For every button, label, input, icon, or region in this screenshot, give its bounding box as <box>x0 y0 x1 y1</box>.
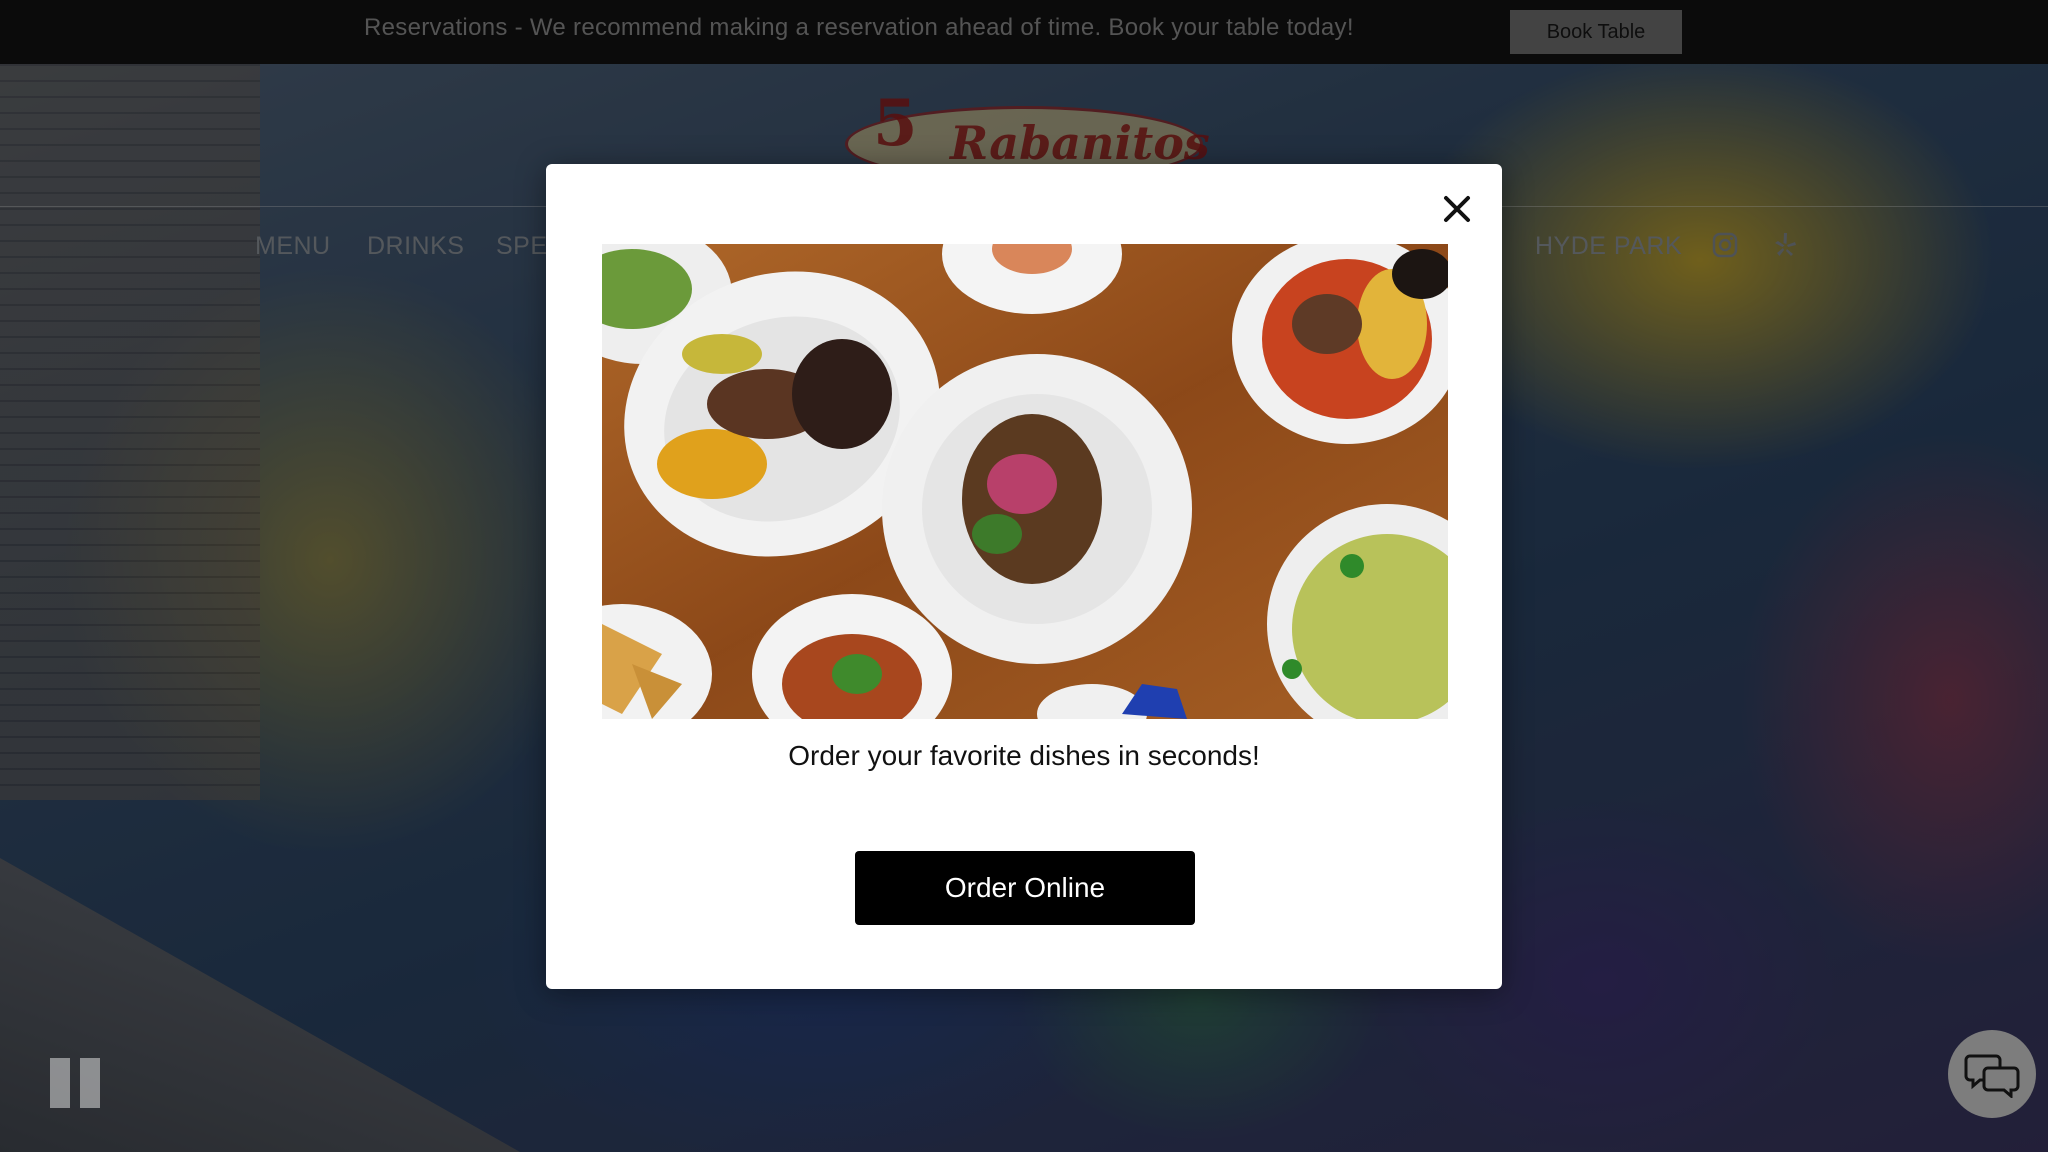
food-photo <box>602 244 1448 719</box>
chat-icon[interactable] <box>1948 1030 2036 1118</box>
modal-caption: Order your favorite dishes in seconds! <box>788 740 1260 771</box>
pause-icon[interactable] <box>50 1058 102 1108</box>
chat-bubbles-icon <box>1964 1054 2020 1098</box>
close-icon[interactable] <box>1440 192 1474 226</box>
order-online-button[interactable]: Order Online <box>855 851 1195 925</box>
order-online-modal: Order your favorite dishes in seconds! O… <box>546 164 1502 989</box>
